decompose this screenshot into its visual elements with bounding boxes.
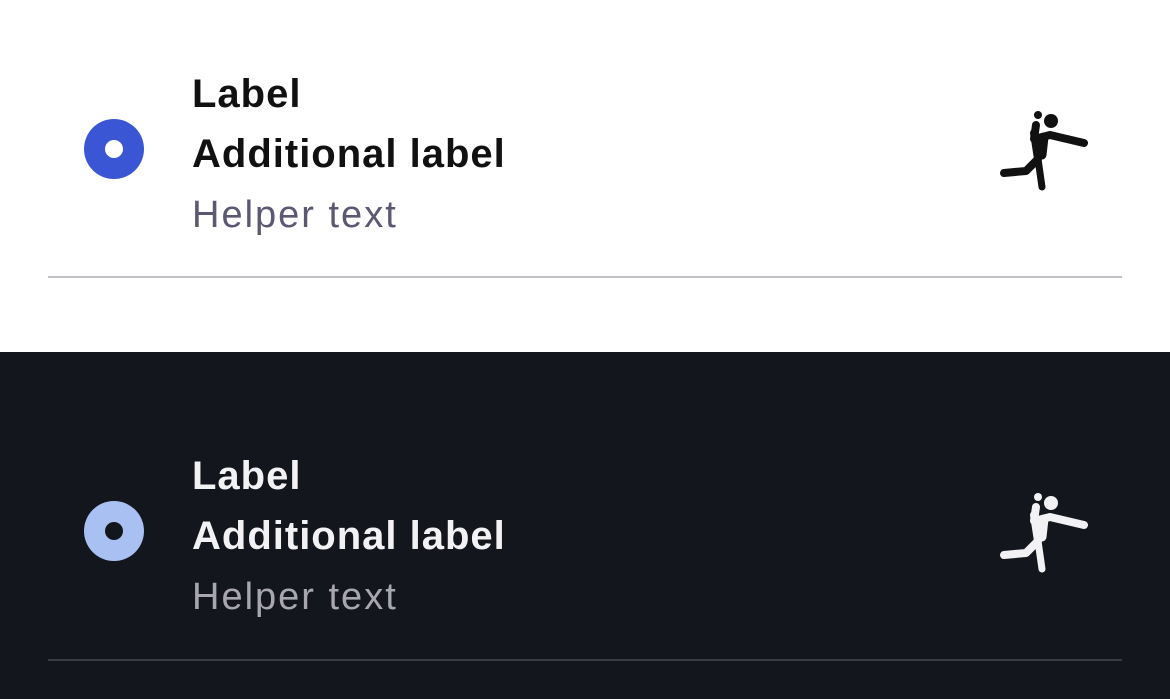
additional-label-text: Additional label: [192, 514, 506, 558]
list-item-light[interactable]: Label Additional label Helper text: [0, 0, 1170, 278]
radio-dot-icon: [105, 522, 123, 540]
radio-button-dark[interactable]: [84, 501, 144, 561]
label-text: Label: [192, 454, 302, 498]
list-item-dark[interactable]: Label Additional label Helper text: [0, 352, 1170, 665]
radio-button-light[interactable]: [84, 119, 144, 179]
light-theme-section: Label Additional label Helper text: [0, 0, 1170, 352]
helper-text: Helper text: [192, 194, 398, 236]
helper-text: Helper text: [192, 576, 398, 618]
additional-label-text: Additional label: [192, 132, 506, 176]
text-block-dark: Label Additional label Helper text: [192, 448, 506, 626]
divider-dark: [48, 659, 1122, 661]
dark-theme-section: Label Additional label Helper text: [0, 352, 1170, 699]
text-block-light: Label Additional label Helper text: [192, 66, 506, 244]
radio-dot-icon: [105, 140, 123, 158]
sports-handball-icon: [1000, 111, 1088, 191]
sports-handball-icon: [1000, 493, 1088, 573]
label-text: Label: [192, 72, 302, 116]
divider-light: [48, 276, 1122, 278]
